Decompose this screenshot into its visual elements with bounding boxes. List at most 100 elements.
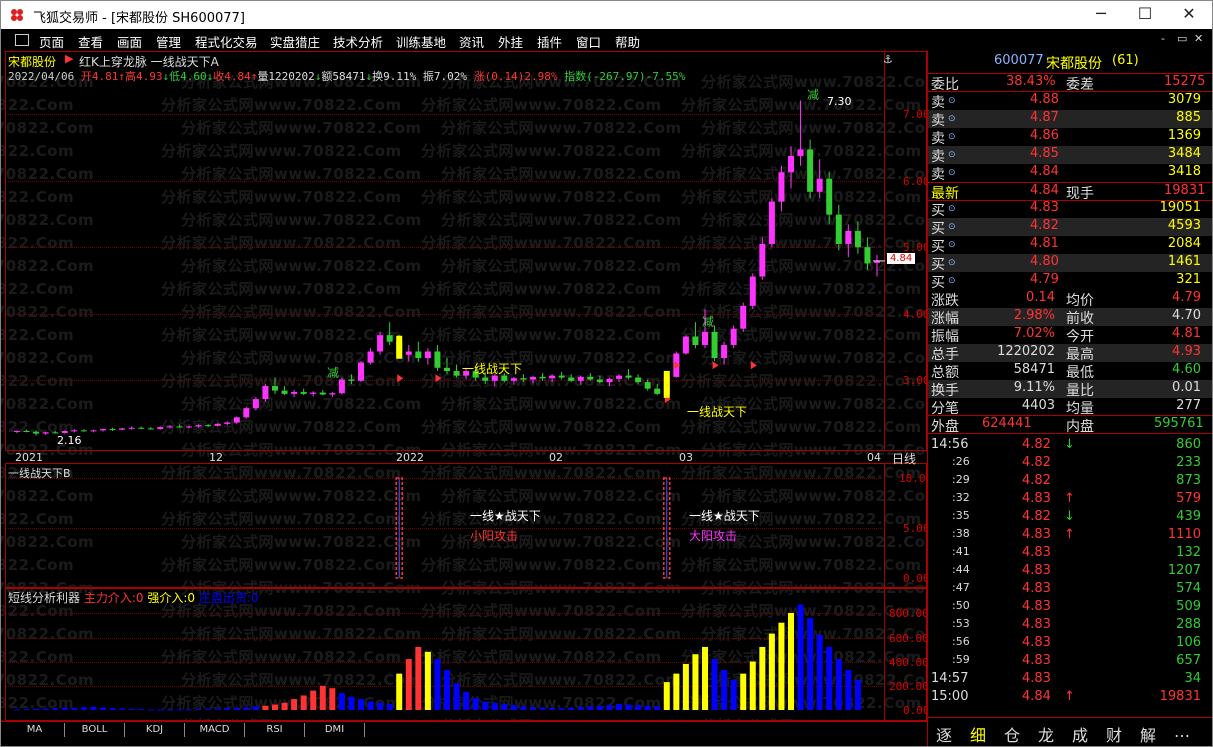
tick-row[interactable]: :38 4.83 ↑ 1110 — [928, 527, 1212, 545]
tick-row[interactable]: :53 4.83 288 — [928, 617, 1212, 635]
tick-row[interactable]: :47 4.83 574 — [928, 581, 1212, 599]
sell-row[interactable]: 卖 ⊙ 4.87 885 — [928, 110, 1212, 129]
sub1-title: 一线战天下B — [8, 467, 71, 480]
mdi-restore-button[interactable]: ▭ — [1177, 32, 1187, 45]
stat-label: 换手 — [931, 383, 959, 399]
tab-dmi[interactable]: DMI — [305, 723, 365, 737]
tick-row[interactable]: :32 4.83 ↑ 579 — [928, 491, 1212, 509]
buy-row[interactable]: 买 ⊙ 4.80 1461 — [928, 254, 1212, 273]
level-circle-icon: ⊙ — [948, 114, 956, 124]
buy-row[interactable]: 买 ⊙ 4.79 321 — [928, 272, 1212, 291]
menu-item-view[interactable]: 查看 — [78, 32, 103, 51]
sell-row[interactable]: 卖 ⊙ 4.88 3079 — [928, 92, 1212, 111]
x-tick: 04 — [867, 451, 881, 464]
tab-kdj[interactable]: KDJ — [125, 723, 185, 737]
tick-row[interactable]: :56 4.83 106 — [928, 635, 1212, 653]
candle-body — [702, 331, 708, 345]
title-bar[interactable]: 飞狐交易师 - [宋都股份 SH600077] ─ ☐ ✕ — [1, 1, 1212, 29]
tick-row[interactable]: 14:56 4.82 ↓ 860 — [928, 437, 1212, 455]
buy-row[interactable]: 买 ⊙ 4.83 19051 — [928, 200, 1212, 219]
volume-bar — [816, 634, 823, 710]
detail-tab[interactable]: 龙 — [1038, 722, 1054, 746]
candle-body — [80, 430, 87, 432]
volume-bar — [23, 709, 30, 711]
tick-row[interactable]: :26 4.82 233 — [928, 455, 1212, 473]
menu-item-page[interactable]: 页面 — [39, 32, 64, 51]
mdi-minimize-button[interactable]: - — [1161, 32, 1165, 45]
sell-price: 4.88 — [1030, 92, 1059, 107]
document-icon[interactable] — [15, 34, 29, 46]
detail-tab[interactable]: 逐 — [936, 722, 952, 746]
volume-bar — [539, 707, 546, 710]
tick-row[interactable]: :59 4.83 657 — [928, 653, 1212, 671]
stat-label: 均价 — [1066, 293, 1094, 309]
maximize-button[interactable]: ☐ — [1123, 1, 1167, 29]
tick-row[interactable]: :44 4.83 1207 — [928, 563, 1212, 581]
candle-body — [434, 351, 441, 368]
tick-price: 4.83 — [1022, 617, 1051, 632]
menu-item-manage[interactable]: 管理 — [156, 32, 181, 51]
volume-bar — [310, 690, 317, 710]
menu-item-plugin-ext[interactable]: 外挂 — [498, 32, 523, 51]
tab-rsi[interactable]: RSI — [245, 723, 305, 737]
buy-row[interactable]: 买 ⊙ 4.82 4593 — [928, 218, 1212, 237]
menu-item-training[interactable]: 训练基地 — [396, 32, 446, 51]
candle-body — [826, 178, 833, 215]
chart-area[interactable]: 网www.70822.Com分析家公式网www.70822.Com分析家公式网w… — [1, 51, 941, 735]
candle-body — [367, 351, 374, 363]
tab-boll[interactable]: BOLL — [65, 723, 125, 737]
menu-item-screen[interactable]: 画面 — [117, 32, 142, 51]
volume-bar — [635, 705, 642, 710]
stat-row: 总额 58471 最低 4.60 — [928, 362, 1212, 381]
menu-item-program-trading[interactable]: 程式化交易 — [195, 32, 258, 51]
volume-bar — [176, 709, 183, 711]
menu-item-window[interactable]: 窗口 — [576, 32, 601, 51]
menu-item-plugins[interactable]: 插件 — [537, 32, 562, 51]
detail-tab[interactable]: 仓 — [1004, 722, 1020, 746]
menu-item-tech-analysis[interactable]: 技术分析 — [333, 32, 383, 51]
price-tick: 6.00 — [903, 175, 930, 188]
tab-macd[interactable]: MACD — [185, 723, 245, 737]
level-circle-icon: ⊙ — [948, 276, 956, 286]
buy-row[interactable]: 买 ⊙ 4.81 2084 — [928, 236, 1212, 255]
candle-body — [338, 379, 345, 394]
menu-item-help[interactable]: 帮助 — [615, 32, 640, 51]
detail-tab[interactable]: … — [1174, 722, 1190, 741]
sell-row[interactable]: 卖 ⊙ 4.85 3484 — [928, 146, 1212, 165]
period-label[interactable]: 日线 — [892, 450, 916, 467]
stat-label: 涨跌 — [931, 293, 959, 309]
anchor-icon[interactable]: ⚓ — [883, 53, 893, 66]
detail-tab[interactable]: 成 — [1072, 722, 1088, 746]
tick-volume: 288 — [1176, 617, 1201, 632]
candle-body — [845, 230, 852, 244]
volume-bar — [291, 699, 298, 710]
menu-item-hunt[interactable]: 实盘猎庄 — [270, 32, 320, 51]
tab-ma[interactable]: MA — [5, 723, 65, 737]
play-arrow-icon[interactable]: ▶ — [65, 52, 73, 65]
tick-row[interactable]: :50 4.83 509 — [928, 599, 1212, 617]
stat-row: 涨跌 0.14 均价 4.79 — [928, 290, 1212, 309]
tick-row[interactable]: 14:57 4.83 34 — [928, 671, 1212, 689]
sell-row[interactable]: 卖 ⊙ 4.86 1369 — [928, 128, 1212, 147]
minimize-button[interactable]: ─ — [1079, 1, 1123, 29]
candle-body — [262, 386, 269, 400]
x-tick: 2022 — [396, 451, 424, 464]
menu-item-info[interactable]: 资讯 — [459, 32, 484, 51]
stat-label: 最高 — [1066, 347, 1094, 363]
tick-row[interactable]: 15:00 4.84 ↑ 19831 — [928, 689, 1212, 707]
tick-row[interactable]: :35 4.82 ↓ 439 — [928, 509, 1212, 527]
tick-time: :44 — [952, 563, 970, 576]
sell-row[interactable]: 卖 ⊙ 4.84 3418 — [928, 164, 1212, 183]
volume-bar — [721, 669, 728, 710]
detail-tab[interactable]: 财 — [1106, 722, 1122, 746]
detail-tab[interactable]: 解 — [1140, 722, 1156, 746]
tick-row[interactable]: :29 4.82 873 — [928, 473, 1212, 491]
tick-row[interactable]: :41 4.83 132 — [928, 545, 1212, 563]
volume-bar — [673, 673, 680, 710]
quote-panel[interactable]: 600077 宋都股份 (61) 委比 38.43% 委差 15275 卖 ⊙ 4.… — [927, 51, 1212, 746]
detail-tab[interactable]: 细 — [970, 722, 986, 746]
close-button[interactable]: ✕ — [1167, 1, 1211, 29]
mdi-close-button[interactable]: ✕ — [1194, 32, 1203, 45]
menu-bar: 页面 查看 画面 管理 程式化交易 实盘猎庄 技术分析 训练基地 资讯 外挂 插… — [1, 29, 1212, 51]
latest-row: 最新 4.84 现手 19831 — [928, 182, 1212, 202]
